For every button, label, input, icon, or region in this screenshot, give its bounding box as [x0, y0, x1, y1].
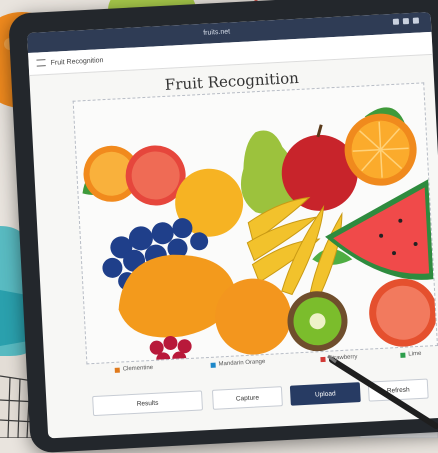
fruit-image-panel[interactable]	[73, 82, 438, 364]
battery-icon	[403, 18, 409, 24]
legend-swatch	[211, 362, 216, 367]
legend-swatch	[115, 367, 120, 372]
legend-item: Mandarin Orange	[210, 359, 265, 368]
capture-button[interactable]: Capture	[212, 386, 283, 410]
status-icons	[393, 18, 419, 25]
breadcrumb[interactable]: Fruit Recognition	[50, 57, 103, 67]
legend-item: Clementine	[115, 365, 154, 373]
legend-label: Mandarin Orange	[218, 359, 265, 367]
fruit-illustration	[74, 83, 437, 363]
stylus	[326, 352, 438, 438]
legend-swatch	[320, 356, 325, 361]
wifi-icon	[393, 19, 399, 25]
raspberry-cluster	[149, 335, 193, 363]
menu-icon[interactable]	[413, 18, 419, 24]
results-button[interactable]: Results	[92, 390, 203, 416]
legend-label: Clementine	[123, 365, 154, 373]
hamburger-icon[interactable]	[36, 59, 45, 66]
url-text: fruits.net	[203, 28, 230, 36]
